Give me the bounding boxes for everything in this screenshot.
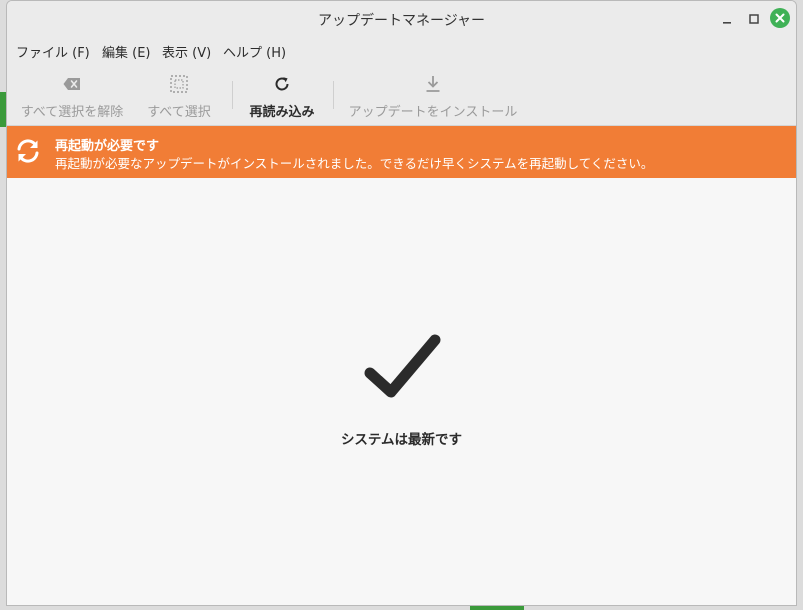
status-message: システムは最新です: [340, 432, 463, 448]
banner-text: 再起動が必要なアップデートがインストールされました。できるだけ早くシステムを再起…: [55, 156, 654, 171]
reboot-icon: [17, 139, 39, 163]
refresh-label: 再読み込み: [249, 105, 315, 120]
menubar: ファイル (F) 編集 (E) 表示 (V) ヘルプ (H): [7, 37, 796, 65]
menu-edit[interactable]: 編集 (E): [102, 42, 151, 61]
banner-heading: 再起動が必要です: [55, 139, 160, 154]
backspace-icon: [63, 78, 80, 90]
minimize-button[interactable]: [717, 9, 737, 29]
close-button[interactable]: [770, 8, 790, 28]
menu-view[interactable]: 表示 (V): [162, 42, 211, 61]
window-title: アップデートマネージャー: [317, 13, 486, 29]
maximize-button[interactable]: [744, 9, 764, 29]
toolbar: すべて選択を解除 すべて選択 再読み込み アップデートをインストール: [7, 65, 796, 126]
select-all-label: すべて選択: [147, 105, 211, 120]
close-icon: [775, 13, 785, 23]
titlebar[interactable]: アップデートマネージャー: [7, 1, 796, 37]
clear-selection-button[interactable]: すべて選択を解除: [19, 73, 125, 121]
reboot-required-banner: 再起動が必要です 再起動が必要なアップデートがインストールされました。できるだけ…: [7, 126, 796, 178]
install-updates-label: アップデートをインストール: [348, 105, 518, 120]
clear-selection-label: すべて選択を解除: [20, 105, 124, 120]
maximize-icon: [749, 14, 759, 24]
install-updates-button[interactable]: アップデートをインストール: [347, 73, 519, 121]
main-content: システムは最新です: [7, 178, 796, 605]
toolbar-separator: [333, 81, 334, 109]
toolbar-separator: [232, 81, 233, 109]
select-all-icon: [170, 75, 188, 93]
download-icon: [426, 76, 440, 92]
update-manager-window: アップデートマネージャー ファイル (F) 編集 (E) 表示 (V) ヘルプ …: [6, 0, 797, 606]
menu-file[interactable]: ファイル (F): [16, 42, 90, 61]
checkmark-icon: [364, 334, 441, 398]
refresh-icon: [275, 77, 289, 91]
minimize-icon: [723, 22, 731, 24]
refresh-button[interactable]: 再読み込み: [245, 73, 319, 121]
menu-help[interactable]: ヘルプ (H): [223, 42, 286, 61]
select-all-button[interactable]: すべて選択: [145, 73, 213, 121]
